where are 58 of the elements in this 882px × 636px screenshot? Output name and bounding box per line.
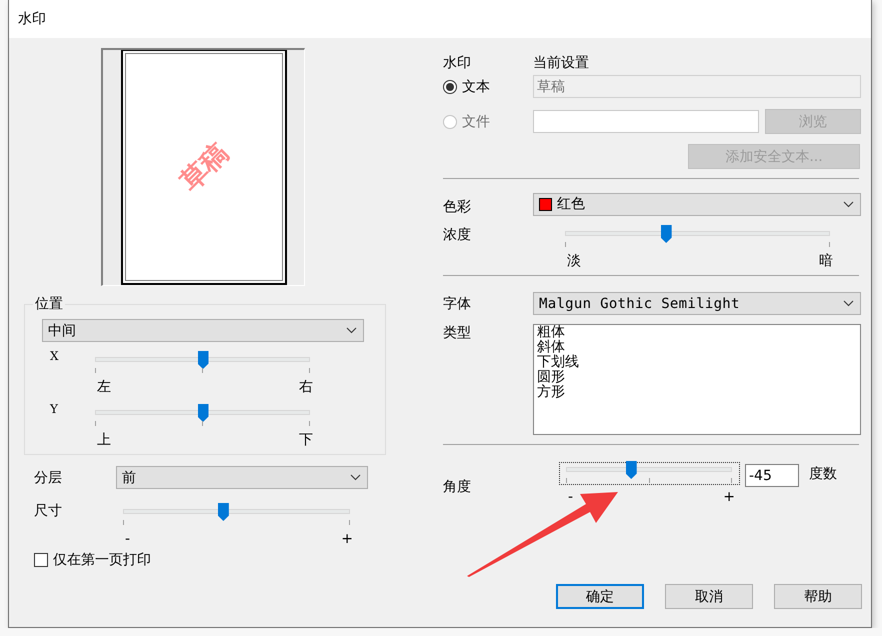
list-item[interactable]: 粗体 xyxy=(537,325,857,340)
slider-thumb[interactable] xyxy=(218,503,229,521)
checkbox-label: 仅在第一页打印 xyxy=(53,551,151,569)
slider-track[interactable] xyxy=(95,351,310,369)
color-dropdown[interactable]: 红色 xyxy=(533,192,861,216)
chevron-down-icon xyxy=(843,300,854,307)
slider-min-label: - xyxy=(125,531,130,547)
watermark-preview-text: 草稿 xyxy=(173,136,236,199)
slider-track[interactable] xyxy=(123,503,350,521)
slider-max-label: + xyxy=(723,489,735,505)
slider-min-label: 淡 xyxy=(567,253,581,269)
field-label: 分层 xyxy=(34,468,63,486)
field-label: 类型 xyxy=(443,324,472,342)
style-list[interactable]: 粗体 斜体 下划线 圆形 方形 xyxy=(533,324,861,435)
field-label: 色彩 xyxy=(443,198,472,216)
list-item[interactable]: 下划线 xyxy=(537,355,857,370)
slider-track[interactable] xyxy=(95,404,310,422)
chevron-down-icon xyxy=(350,474,361,481)
list-item[interactable]: 方形 xyxy=(537,385,857,400)
list-item[interactable]: 圆形 xyxy=(537,370,857,385)
section-label: 水印 xyxy=(443,54,472,72)
slider-min-label: - xyxy=(568,489,574,505)
slider-max-label: 右 xyxy=(299,379,313,395)
dialog-button[interactable]: 确定 xyxy=(556,584,644,609)
chevron-down-icon xyxy=(346,327,357,334)
slider-track[interactable] xyxy=(566,461,732,479)
dialog-button[interactable]: 帮助 xyxy=(774,584,862,609)
checkbox[interactable] xyxy=(34,553,48,567)
slider-max-label: 暗 xyxy=(819,253,833,269)
axis-label: Y xyxy=(48,402,59,416)
field-label: 浓度 xyxy=(443,226,472,244)
unit-label: 度数 xyxy=(809,465,837,483)
radio-button[interactable]: 文本 xyxy=(443,78,533,96)
slider-max-label: + xyxy=(341,531,353,547)
slider-thumb[interactable] xyxy=(660,225,672,243)
chevron-down-icon xyxy=(843,200,854,208)
slider-thumb[interactable] xyxy=(198,404,208,422)
axis-label: X xyxy=(49,349,60,363)
layer-dropdown[interactable]: 前 xyxy=(116,466,368,489)
list-item[interactable]: 斜体 xyxy=(537,340,857,355)
font-dropdown[interactable]: Malgun Gothic Semilight xyxy=(533,292,861,315)
slider-track[interactable] xyxy=(565,225,830,243)
slider-thumb[interactable] xyxy=(198,351,208,369)
angle-field[interactable]: -45 xyxy=(745,464,799,487)
slider-min-label: 上 xyxy=(97,432,111,448)
file-field[interactable] xyxy=(533,110,759,133)
slider-min-label: 左 xyxy=(97,379,111,395)
dialog-button[interactable]: 取消 xyxy=(665,584,754,609)
field-label: 角度 xyxy=(443,478,472,496)
slider-max-label: 下 xyxy=(299,432,313,448)
slider-thumb[interactable] xyxy=(626,461,637,479)
field-label: 尺寸 xyxy=(34,502,63,520)
group-label: 位置 xyxy=(33,296,65,312)
field-label: 字体 xyxy=(443,294,472,312)
window-title: 水印 xyxy=(9,0,871,38)
text-field[interactable]: 草稿 xyxy=(533,75,861,98)
section-label: 当前设置 xyxy=(533,54,589,72)
position-dropdown[interactable]: 中间 xyxy=(42,319,364,342)
